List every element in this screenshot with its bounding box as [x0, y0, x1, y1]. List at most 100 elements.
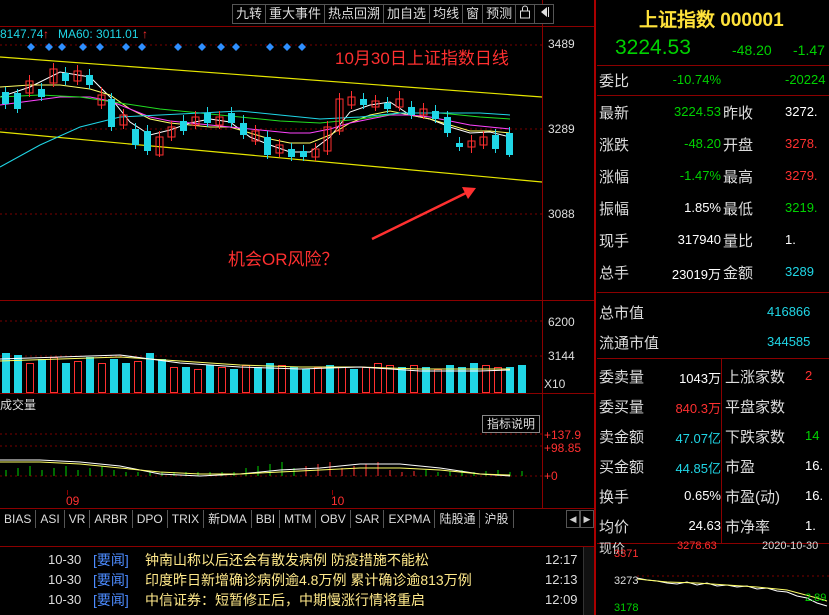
- volume-chart[interactable]: [0, 301, 542, 393]
- news-headline[interactable]: 中信证券：短暂修正后，中期慢涨行情将重启: [145, 590, 425, 610]
- toolbar-button-add-watchlist[interactable]: 加自选: [383, 4, 431, 24]
- toolbar-button-hotspot-review[interactable]: 热点回溯: [324, 4, 385, 24]
- volume-bar: [470, 363, 478, 393]
- volume-bar: [218, 367, 226, 393]
- quote-label: 昨收: [723, 105, 754, 122]
- volume-bar: [38, 359, 46, 393]
- quote-value: 3279.: [785, 168, 818, 183]
- indicator-tab[interactable]: DPO: [133, 510, 168, 528]
- price-tick: 3088: [548, 207, 575, 221]
- quote-label: 振幅: [599, 201, 630, 218]
- divider: [597, 292, 829, 293]
- tick-mark: [67, 490, 68, 495]
- quote-value: 3272.: [785, 104, 818, 119]
- quote-value: 1.: [785, 232, 796, 247]
- volume-bar: [362, 367, 370, 393]
- quote-value: 3289: [785, 264, 814, 279]
- indicator-tab[interactable]: MTM: [280, 510, 317, 528]
- ma-up-arrow: ↑: [43, 27, 49, 41]
- stat-value: 840.3万: [675, 401, 721, 416]
- current-price: 3224.53: [615, 36, 691, 59]
- indicator-tab[interactable]: ASI: [36, 510, 65, 528]
- indicator-tab[interactable]: OBV: [316, 510, 351, 528]
- date-label: 09: [66, 494, 80, 508]
- indicator-tab[interactable]: ARBR: [90, 510, 133, 528]
- news-tag: [要闻]: [93, 572, 129, 588]
- divider: [542, 0, 543, 508]
- quote-label: 委比: [599, 73, 630, 90]
- stat-value: 2: [805, 368, 813, 383]
- total-market-value: 416866: [767, 304, 811, 319]
- quote-value: -1.47%: [679, 168, 721, 183]
- volume-tick: 6200: [548, 315, 575, 329]
- indicator-tab[interactable]: EXPMA: [384, 510, 436, 528]
- quote-label: 最低: [723, 201, 754, 218]
- indicator-tab[interactable]: VR: [65, 510, 91, 528]
- stat-label: 换手: [599, 489, 630, 506]
- volume-bar: [62, 363, 70, 393]
- quote-label: 最高: [723, 169, 754, 186]
- indicator-tab[interactable]: BBI: [252, 510, 281, 528]
- news-item[interactable]: 10-30 [要闻] 钟南山称以后还会有散发病例 防疫措施不能松 12:17: [0, 550, 590, 570]
- volume-bar: [98, 363, 106, 393]
- indicator-chart[interactable]: [0, 430, 542, 490]
- date-label: 10: [331, 494, 345, 508]
- annotation-arrow: [371, 191, 467, 241]
- volume-bar: [134, 361, 142, 393]
- news-date: 10-30: [48, 592, 82, 607]
- news-item[interactable]: 10-30 [要闻] 印度昨日新增确诊病例逾4.8万例 累计确诊逾813万例 1…: [0, 570, 590, 590]
- volume-tick: X10: [544, 377, 566, 391]
- indicator-tab[interactable]: 陆股通: [435, 510, 481, 528]
- volume-bar: [242, 365, 250, 393]
- scroll-right-icon[interactable]: ▶: [580, 510, 594, 528]
- tick-mark: [332, 490, 333, 495]
- lock-icon[interactable]: [515, 4, 536, 24]
- news-item[interactable]: 10-30 [要闻] 中信证券：短暂修正后，中期慢涨行情将重启 12:09: [0, 590, 590, 610]
- toolbar-button-window[interactable]: 窗: [462, 4, 484, 24]
- volume-bar: [494, 367, 502, 393]
- indicator-tab[interactable]: SAR: [351, 510, 385, 528]
- indicator-tab[interactable]: 新DMA: [204, 510, 252, 528]
- toolbar-button-jiuzhuan[interactable]: 九转: [232, 4, 267, 24]
- news-headline[interactable]: 钟南山称以后还会有散发病例 防疫措施不能松: [145, 550, 429, 570]
- intraday-mini-chart[interactable]: [637, 548, 829, 615]
- indicator-tick: +98.85: [544, 441, 582, 455]
- toolbar-button-forecast[interactable]: 预测: [482, 4, 517, 24]
- scroll-left-icon[interactable]: ◀: [566, 510, 580, 528]
- volume-bar: [182, 367, 190, 393]
- toolbar-button-major-events[interactable]: 重大事件: [265, 4, 326, 24]
- price-tick: 3489: [548, 37, 575, 51]
- float-market-value: 344585: [767, 334, 811, 349]
- price-change: -48.20: [732, 42, 772, 58]
- chart-annotation-question: 机会OR风险？: [228, 250, 339, 269]
- indicator-tab[interactable]: BIAS: [0, 510, 37, 528]
- stat-label: 买金额: [599, 459, 645, 476]
- news-time: 12:09: [545, 592, 578, 607]
- news-scrollbar[interactable]: [583, 547, 594, 615]
- stat-value: 16.: [805, 488, 824, 503]
- divider: [597, 95, 829, 96]
- stat-value: 47.07亿: [675, 431, 721, 446]
- chart-toolbar: 九转 重大事件 热点回溯 加自选 均线 窗 预测: [232, 4, 555, 24]
- volume-bar: [206, 365, 214, 393]
- stat-label: 委买量: [599, 399, 645, 416]
- volume-bar: [194, 369, 202, 393]
- quote-value: -20224: [785, 72, 826, 87]
- chart-area[interactable]: 8147.74 ↑ MA60: 3011.01 ↑ 10月30日上证指数日线 机…: [0, 0, 596, 615]
- divider: [594, 0, 596, 615]
- collapse-panel-icon[interactable]: [534, 4, 555, 24]
- ma60-label: MA60: 3011.01: [58, 27, 139, 41]
- mini-tick: 3273: [614, 575, 639, 587]
- indicator-tab[interactable]: TRIX: [168, 510, 205, 528]
- indicator-tab[interactable]: 沪股: [480, 510, 514, 528]
- volume-tick: 3144: [548, 349, 575, 363]
- stat-label: 市净率: [725, 519, 771, 536]
- news-date: 10-30: [48, 572, 82, 587]
- quote-label: 最新: [599, 105, 630, 122]
- volume-bar: [254, 367, 262, 393]
- news-headline[interactable]: 印度昨日新增确诊病例逾4.8万例 累计确诊逾813万例: [145, 570, 472, 590]
- quote-value: 317940: [677, 232, 721, 247]
- volume-bar: [518, 365, 526, 393]
- toolbar-button-moving-average[interactable]: 均线: [429, 4, 464, 24]
- quote-label: 金额: [723, 265, 754, 282]
